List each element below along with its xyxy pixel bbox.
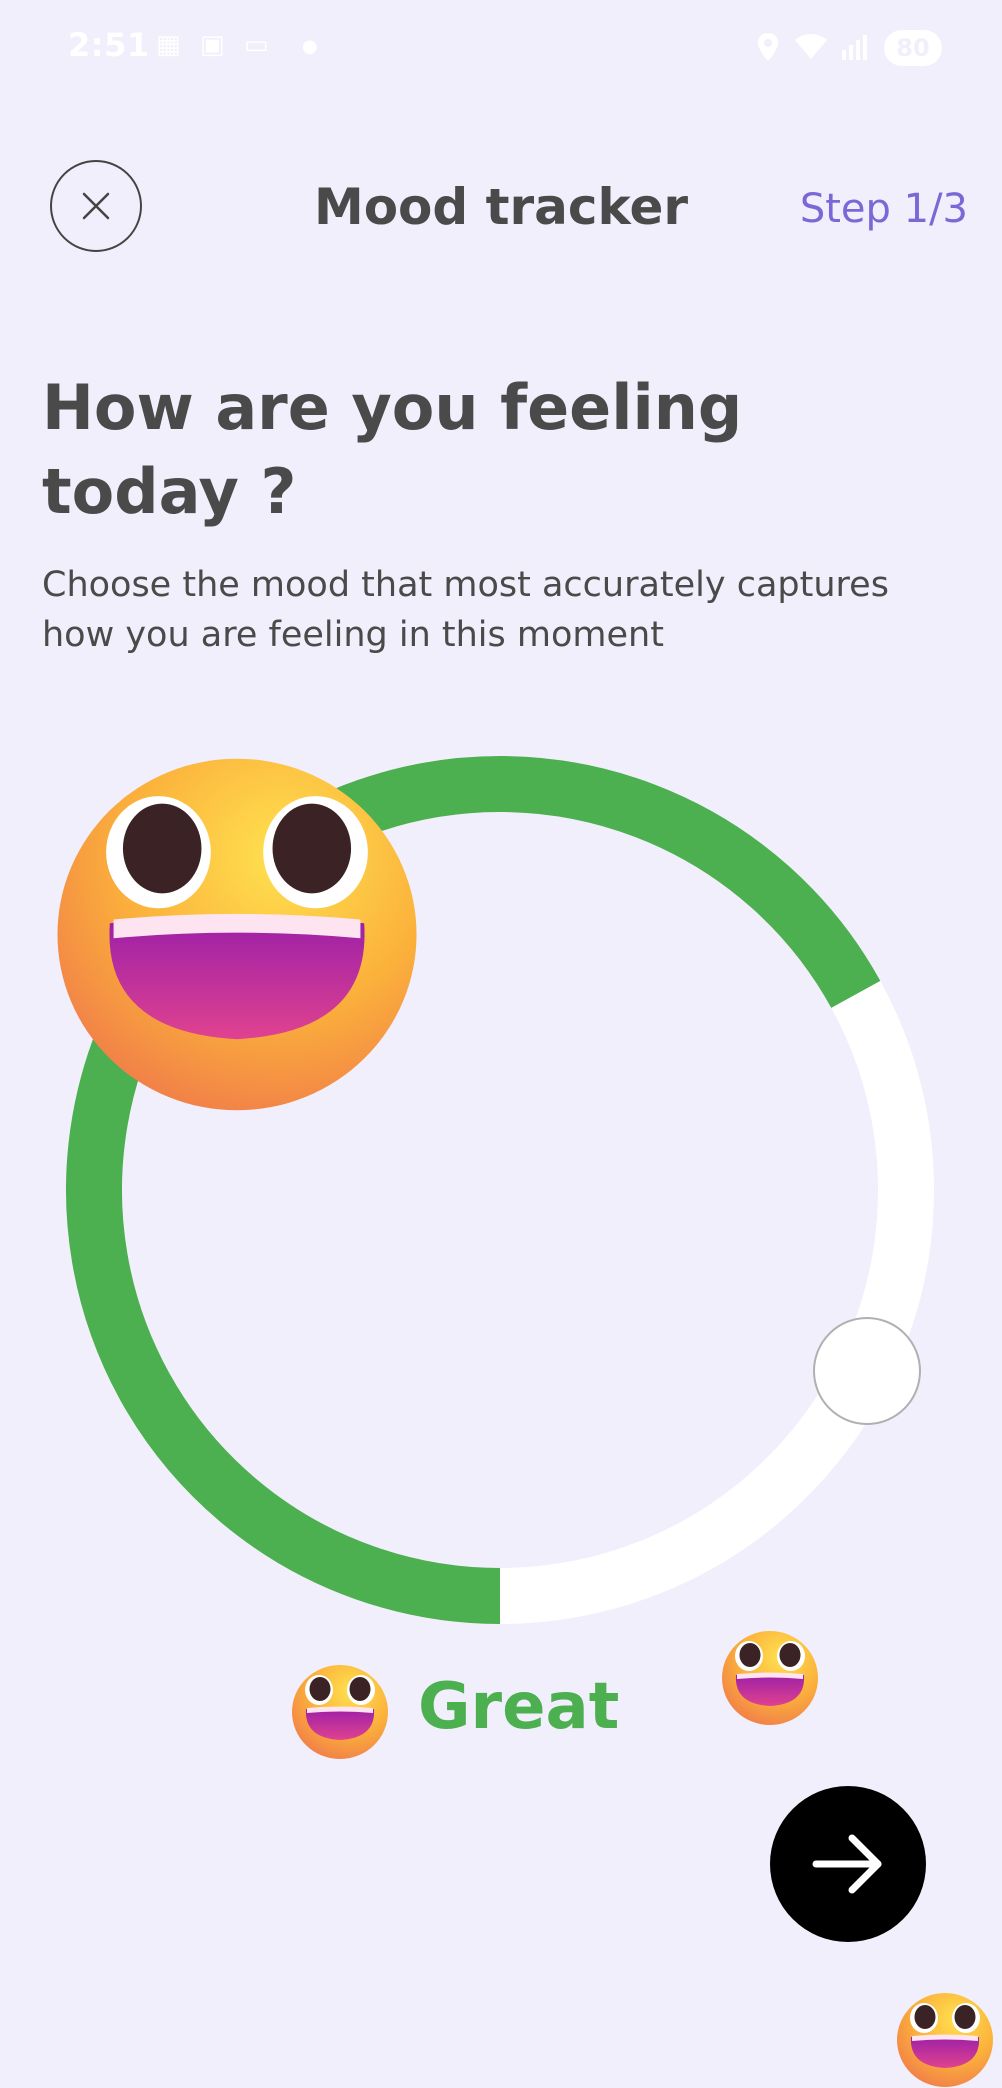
screenshot-icon: ▣	[200, 30, 225, 60]
arrow-right-icon	[812, 1834, 882, 1894]
signal-icon	[840, 32, 870, 65]
dial-handle[interactable]	[813, 1317, 921, 1425]
question-subtitle: Choose the mood that most accurately cap…	[42, 565, 889, 655]
wifi-icon	[794, 32, 828, 65]
step-indicator: Step 1/3	[799, 186, 968, 232]
grinning-face-icon	[722, 1631, 818, 1725]
mood-label: Great	[418, 1670, 620, 1744]
question-heading: How are you feeling today ?	[42, 371, 743, 528]
grinning-face-icon	[57, 758, 417, 1111]
mood-dial[interactable]	[50, 740, 950, 1640]
grinning-face-icon	[292, 1665, 388, 1759]
dot-icon: ●	[302, 36, 318, 57]
next-button[interactable]	[770, 1786, 926, 1942]
cast-icon: ▭	[244, 30, 269, 60]
status-time: 2:51	[68, 26, 150, 64]
notification-icon: ▦	[156, 30, 181, 60]
battery-indicator: 80	[884, 30, 942, 66]
location-icon	[756, 32, 780, 67]
status-bar: 2:51 ▦ ▣ ▭ ● 80	[0, 0, 1002, 100]
grinning-face-icon	[897, 1993, 993, 2087]
